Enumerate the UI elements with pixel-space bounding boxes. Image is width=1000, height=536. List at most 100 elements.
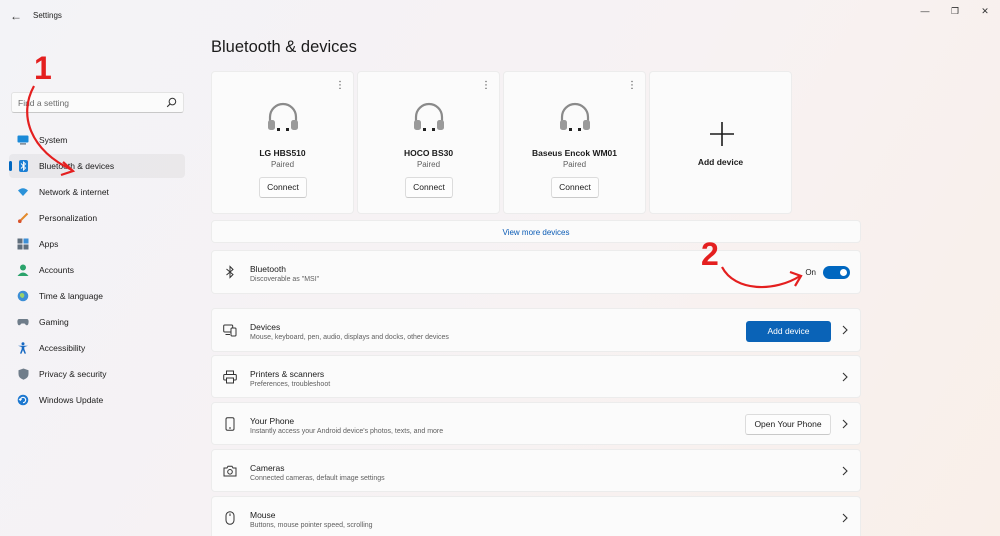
bluetooth-subtitle: Discoverable as "MSI"	[250, 276, 320, 283]
printers-title: Printers & scanners	[250, 369, 325, 379]
page-title: Bluetooth & devices	[211, 38, 357, 56]
sidebar-item-bluetooth-devices[interactable]: Bluetooth & devices	[9, 154, 185, 178]
mouse-subtitle: Buttons, mouse pointer speed, scrolling	[250, 522, 373, 529]
search-box	[11, 92, 184, 113]
devices-row[interactable]: Devices Mouse, keyboard, pen, audio, dis…	[211, 308, 861, 352]
cameras-subtitle: Connected cameras, default image setting…	[250, 475, 385, 482]
active-indicator	[9, 161, 12, 171]
sidebar-item-apps[interactable]: Apps	[9, 232, 185, 256]
cameras-title: Cameras	[250, 463, 285, 473]
chevron-right-icon	[842, 419, 848, 429]
account-icon	[17, 264, 29, 276]
sidebar-item-label: Gaming	[39, 317, 69, 327]
sidebar-item-windows-update[interactable]: Windows Update	[9, 388, 185, 412]
shield-icon	[17, 368, 29, 380]
device-status: Paired	[270, 160, 295, 169]
apps-icon	[17, 238, 29, 250]
mouse-title: Mouse	[250, 510, 276, 520]
printers-scanners-row[interactable]: Printers & scanners Preferences, trouble…	[211, 355, 861, 398]
sidebar-item-time-language[interactable]: Time & language	[9, 284, 185, 308]
annotation-step-1: 1	[34, 50, 52, 86]
add-device-button[interactable]: Add device	[746, 321, 831, 342]
camera-icon	[223, 465, 237, 477]
sidebar-item-label: Apps	[39, 239, 59, 249]
connect-button[interactable]: Connect	[551, 177, 599, 198]
chevron-right-icon	[842, 466, 848, 476]
app-title: Settings	[33, 11, 62, 20]
sidebar-item-accessibility[interactable]: Accessibility	[9, 336, 185, 360]
more-options-icon[interactable]: ⋮	[481, 81, 491, 91]
sidebar-item-label: Windows Update	[39, 395, 104, 405]
toggle-state-label: On	[805, 268, 816, 277]
device-status: Paired	[416, 160, 441, 169]
sidebar-item-label: Bluetooth & devices	[39, 161, 115, 171]
sidebar-item-gaming[interactable]: Gaming	[9, 310, 185, 334]
sidebar-item-privacy-security[interactable]: Privacy & security	[9, 362, 185, 386]
headphones-icon	[414, 102, 444, 131]
back-arrow-icon: ←	[10, 9, 22, 23]
device-name: LG HBS510	[259, 148, 306, 158]
your-phone-subtitle: Instantly access your Android device's p…	[250, 428, 444, 435]
device-card: ⋮ LG HBS510 Paired Connect	[211, 71, 354, 214]
annotation-step-2: 2	[701, 236, 719, 272]
chevron-right-icon	[842, 372, 848, 382]
sidebar-nav: System Bluetooth & devices Network & int…	[0, 128, 195, 414]
add-device-label: Add device	[697, 157, 744, 167]
sidebar-item-label: Time & language	[39, 291, 103, 301]
brush-icon	[17, 212, 29, 224]
maximize-button[interactable]: ❐	[945, 4, 965, 18]
sidebar-item-label: Accounts	[39, 265, 74, 275]
gamepad-icon	[17, 316, 29, 328]
add-device-card[interactable]: Add device	[649, 71, 792, 214]
mouse-row[interactable]: Mouse Buttons, mouse pointer speed, scro…	[211, 496, 861, 536]
toggle-knob	[840, 269, 847, 276]
printer-icon	[223, 370, 237, 384]
devices-icon	[223, 324, 237, 337]
bluetooth-toggle[interactable]	[823, 266, 850, 279]
back-button[interactable]: ←	[8, 8, 24, 24]
phone-icon	[225, 417, 235, 431]
search-icon[interactable]	[166, 97, 177, 108]
devices-title: Devices	[250, 322, 281, 332]
device-name: HOCO BS30	[403, 148, 454, 158]
close-button[interactable]: ✕	[975, 4, 995, 18]
headphones-icon	[560, 102, 590, 131]
mouse-icon	[225, 511, 235, 525]
sidebar-item-personalization[interactable]: Personalization	[9, 206, 185, 230]
sidebar-item-accounts[interactable]: Accounts	[9, 258, 185, 282]
chevron-right-icon	[842, 513, 848, 523]
wifi-icon	[17, 186, 29, 198]
bluetooth-icon	[17, 160, 29, 172]
plus-icon	[710, 122, 734, 146]
cameras-row[interactable]: Cameras Connected cameras, default image…	[211, 449, 861, 492]
more-options-icon[interactable]: ⋮	[335, 81, 345, 91]
title-bar: ← Settings — ❐ ✕	[0, 0, 1000, 32]
more-options-icon[interactable]: ⋮	[627, 81, 637, 91]
device-card: ⋮ Baseus Encok WM01 Paired Connect	[503, 71, 646, 214]
bluetooth-icon	[226, 265, 234, 279]
sidebar-item-label: Privacy & security	[39, 369, 107, 379]
system-icon	[17, 134, 29, 146]
device-status: Paired	[562, 160, 587, 169]
bluetooth-title: Bluetooth	[250, 264, 286, 274]
minimize-button[interactable]: —	[915, 4, 935, 18]
device-card: ⋮ HOCO BS30 Paired Connect	[357, 71, 500, 214]
view-more-devices-link[interactable]: View more devices	[211, 220, 861, 243]
update-icon	[17, 394, 29, 406]
device-name: Baseus Encok WM01	[531, 148, 618, 158]
sidebar-item-label: System	[39, 135, 68, 145]
printers-subtitle: Preferences, troubleshoot	[250, 381, 331, 388]
your-phone-row[interactable]: Your Phone Instantly access your Android…	[211, 402, 861, 445]
connect-button[interactable]: Connect	[259, 177, 307, 198]
connect-button[interactable]: Connect	[405, 177, 453, 198]
sidebar-item-label: Network & internet	[39, 187, 109, 197]
open-your-phone-button[interactable]: Open Your Phone	[745, 414, 831, 435]
globe-icon	[17, 290, 29, 302]
sidebar-item-label: Personalization	[39, 213, 98, 223]
headphones-icon	[268, 102, 298, 131]
devices-subtitle: Mouse, keyboard, pen, audio, displays an…	[250, 334, 449, 341]
sidebar-item-system[interactable]: System	[9, 128, 185, 152]
sidebar-item-network[interactable]: Network & internet	[9, 180, 185, 204]
search-input[interactable]	[18, 96, 168, 110]
sidebar-item-label: Accessibility	[39, 343, 86, 353]
